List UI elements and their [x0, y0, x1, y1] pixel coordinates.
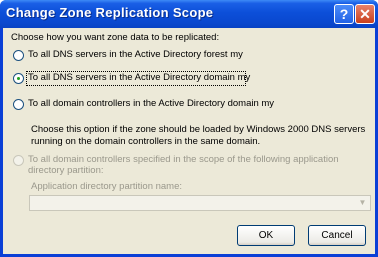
dialog-body: Choose how you want zone data to be repl…	[3, 28, 375, 254]
radio-application-partition[interactable]	[13, 155, 24, 166]
title-bar[interactable]: Change Zone Replication Scope ? ✕	[0, 0, 378, 28]
chevron-down-icon[interactable]: ▼	[356, 197, 369, 209]
dialog-window: Change Zone Replication Scope ? ✕ Choose…	[0, 0, 378, 257]
radio-selected-dot	[17, 77, 20, 80]
option-forest-label[interactable]: To all DNS servers in the Active Directo…	[28, 49, 243, 60]
window-title: Change Zone Replication Scope	[6, 5, 214, 20]
description-line-1: Choose this option if the zone should be…	[31, 124, 366, 135]
partition-name-dropdown[interactable]: ▼	[29, 195, 371, 211]
close-icon: ✕	[359, 6, 371, 22]
help-icon: ?	[339, 6, 349, 22]
cancel-button[interactable]: Cancel	[308, 225, 366, 246]
description-line-2: running on the domain controllers in the…	[31, 136, 261, 147]
help-button[interactable]: ?	[334, 4, 354, 24]
radio-forest[interactable]	[13, 50, 24, 61]
radio-domain-dns[interactable]	[13, 73, 24, 84]
partition-name-label: Application directory partition name:	[31, 181, 183, 192]
option-application-partition-label[interactable]: To all domain controllers specified in t…	[28, 154, 368, 176]
close-button[interactable]: ✕	[355, 4, 375, 24]
radio-domain-controllers[interactable]	[13, 99, 24, 110]
instruction-text: Choose how you want zone data to be repl…	[11, 32, 220, 43]
option-domain-controllers-label[interactable]: To all domain controllers in the Active …	[28, 98, 274, 109]
option-domain-dns-label[interactable]: To all DNS servers in the Active Directo…	[28, 72, 250, 83]
ok-button[interactable]: OK	[237, 225, 295, 246]
